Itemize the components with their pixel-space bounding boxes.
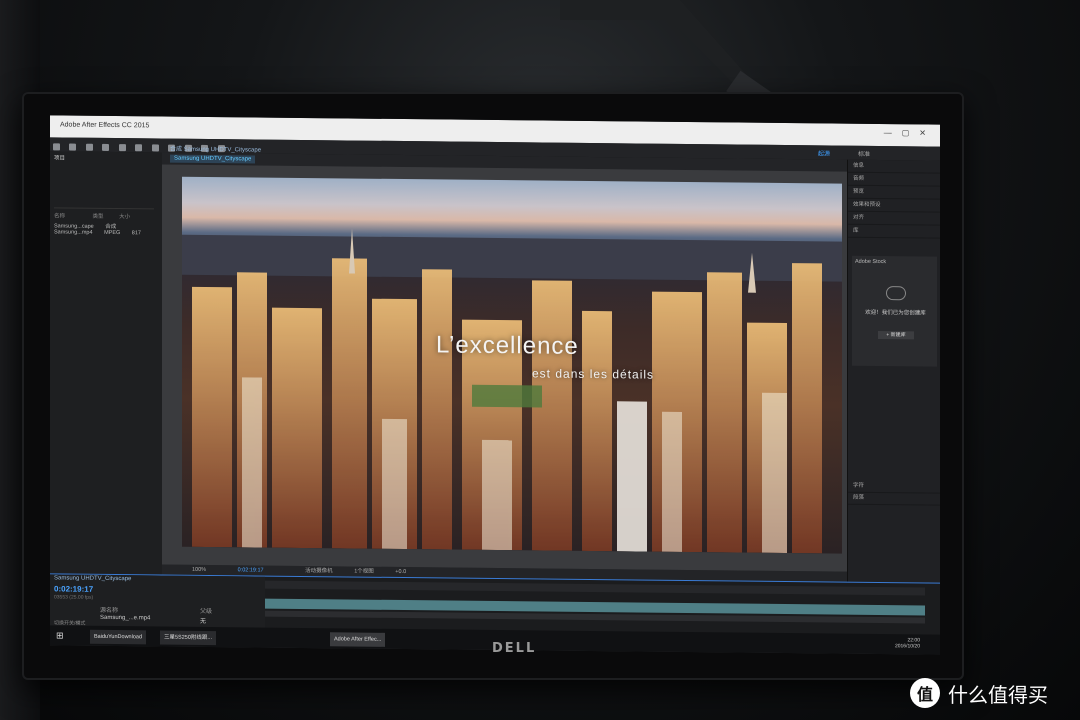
timeline-comp-name[interactable]: Samsung UHDTV_Cityscape: [54, 575, 131, 582]
task-document[interactable]: 三星5S250附线跟...: [160, 630, 216, 646]
site-watermark: 值 什么值得买: [910, 676, 1048, 710]
rotate-tool-icon[interactable]: [118, 144, 126, 152]
panel-audio[interactable]: 音频: [848, 172, 940, 187]
windows-start-icon[interactable]: ⊞: [56, 630, 64, 641]
home-tool-icon[interactable]: [53, 143, 60, 151]
cc-library-name[interactable]: Adobe Stock: [852, 256, 937, 269]
source-name-col[interactable]: 源名称: [100, 605, 118, 614]
col-size[interactable]: 大小: [119, 214, 130, 220]
task-folder[interactable]: BaiduYunDownload: [90, 629, 147, 645]
watermark-text: 什么值得买: [948, 682, 1048, 707]
composition-viewer[interactable]: L’excellence est dans les détails: [162, 164, 847, 572]
overlay-subtitle: est dans les détails: [532, 366, 655, 382]
panel-paragraph[interactable]: 段落: [848, 491, 940, 506]
pan-tool-icon[interactable]: [151, 144, 159, 152]
col-type[interactable]: 类型: [93, 214, 104, 220]
zoom-tool-icon[interactable]: [102, 143, 110, 151]
window-title: Adobe After Effects CC 2015: [60, 121, 150, 130]
parent-value[interactable]: 无: [200, 616, 206, 625]
project-search-input[interactable]: [54, 199, 154, 210]
panel-libraries[interactable]: 库: [848, 224, 940, 239]
timeline-timecode[interactable]: 0:02:19:17: [54, 584, 93, 593]
cc-libraries-box: Adobe Stock 欢迎！我们已为您创建库 + 新建库: [852, 255, 937, 367]
photo-scene: Adobe After Effects CC 2015 —▢✕ 起源 标准 项目…: [0, 0, 1080, 720]
hand-tool-icon[interactable]: [85, 143, 93, 151]
cc-message: 欢迎！我们已为您创建库: [865, 309, 926, 317]
dell-logo: DELL: [492, 641, 537, 656]
camera-select[interactable]: 活动摄像机: [305, 568, 333, 574]
task-after-effects[interactable]: Adobe After Effec...: [330, 632, 386, 647]
col-name[interactable]: 名称: [54, 213, 65, 219]
panel-align[interactable]: 对齐: [848, 211, 940, 226]
camera-tool-icon[interactable]: [135, 144, 143, 152]
panel-effects[interactable]: 效果和预设: [848, 198, 940, 213]
city-footage: L’excellence est dans les détails: [182, 176, 842, 554]
time-ruler[interactable]: [265, 580, 925, 596]
system-clock[interactable]: 22:00 2016/10/20: [895, 637, 920, 649]
window-controls[interactable]: —▢✕: [884, 128, 936, 138]
timeline-layers: Samsung UHDTV_Cityscape 0:02:19:17 03553…: [50, 574, 265, 629]
project-columns: 名称 类型 大小: [54, 211, 158, 220]
exposure-value[interactable]: +0.0: [395, 569, 406, 575]
panel-preview[interactable]: 预览: [848, 185, 940, 200]
project-panel-title[interactable]: 项目: [50, 151, 162, 166]
project-panel: 项目 名称 类型 大小 Samsung...cape 合成 Samsung...…: [50, 151, 163, 583]
watermark-logo: 值: [910, 678, 940, 708]
list-item[interactable]: Samsung...cape 合成: [54, 221, 158, 230]
new-library-button[interactable]: + 新建库: [878, 331, 914, 340]
right-panels: 信息 音频 预览 效果和预设 对齐 库 Adobe Stock 欢迎！我们已为您…: [847, 159, 940, 591]
viewer-timecode[interactable]: 0:02:19:17: [238, 567, 264, 573]
parent-col[interactable]: 父级: [200, 606, 212, 615]
workspace-active[interactable]: 起源: [818, 148, 830, 157]
views-select[interactable]: 1个视图: [354, 569, 374, 575]
timeline-frames: 03553 (25.00 fps): [54, 594, 94, 601]
cityscape-image: [182, 228, 842, 554]
composition-header: 合成 Samsung UHDTV_Cityscape: [170, 146, 262, 154]
cloud-icon: [886, 286, 906, 301]
layer-name[interactable]: Samsung_...e.mp4: [100, 615, 150, 622]
panel-info[interactable]: 信息: [848, 159, 940, 174]
list-item[interactable]: Samsung...mp4 MPEG 817: [54, 229, 158, 237]
zoom-level[interactable]: 100%: [192, 567, 206, 573]
workspace-standard[interactable]: 标准: [858, 149, 870, 158]
monitor-screen: Adobe After Effects CC 2015 —▢✕ 起源 标准 项目…: [50, 115, 940, 655]
selection-tool-icon[interactable]: [69, 143, 77, 151]
tab-composition[interactable]: Samsung UHDTV_Cityscape: [170, 154, 256, 164]
overlay-title: L’excellence: [436, 331, 579, 360]
